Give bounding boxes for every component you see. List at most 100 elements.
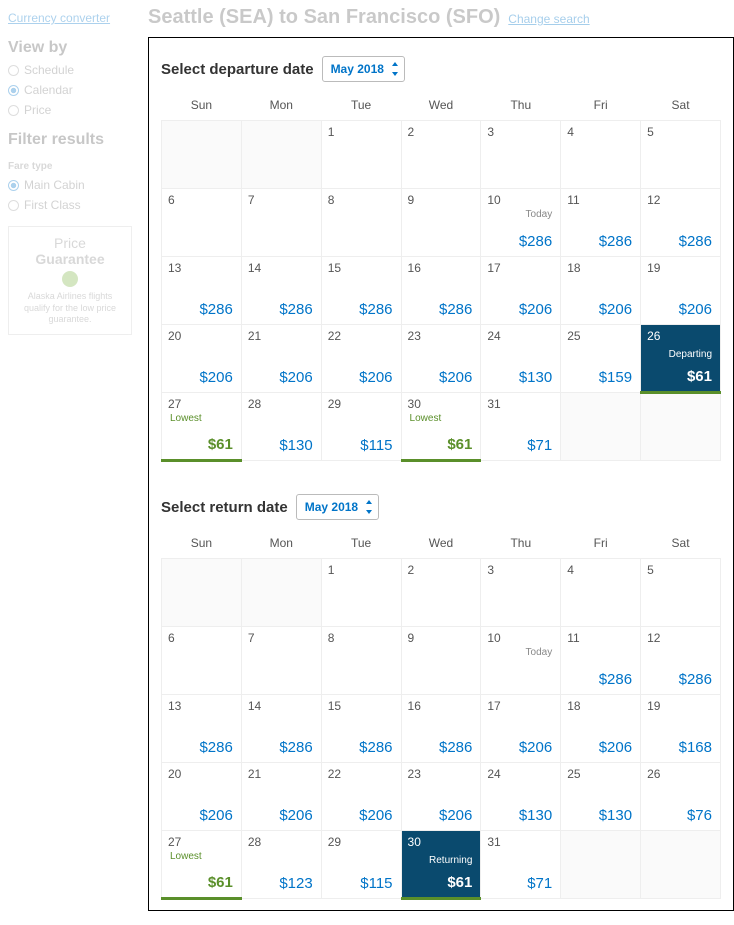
dow-header: Thu <box>481 90 561 121</box>
calendar-cell[interactable]: 28$123 <box>241 831 321 899</box>
radio-icon <box>8 65 19 76</box>
view-schedule[interactable]: Schedule <box>8 63 132 77</box>
calendar-cell[interactable]: 29$115 <box>321 393 401 461</box>
calendar-cell: 3 <box>481 121 561 189</box>
calendar-cell[interactable]: 30Returning$61 <box>401 831 481 899</box>
calendar-cell[interactable]: 20$206 <box>162 325 242 393</box>
calendar-cell: 3 <box>481 559 561 627</box>
currency-converter-link[interactable]: Currency converter <box>8 11 110 25</box>
calendar-cell <box>641 831 721 899</box>
radio-icon <box>8 200 19 211</box>
calendar-cell <box>561 393 641 461</box>
radio-icon <box>8 180 19 191</box>
calendar-cell[interactable]: 16$286 <box>401 257 481 325</box>
calendar-cell[interactable]: 11$286 <box>561 627 641 695</box>
calendar-cell[interactable]: 22$206 <box>321 325 401 393</box>
calendar-cell[interactable]: 19$206 <box>641 257 721 325</box>
calendar-cell <box>241 559 321 627</box>
calendar-cell: 1 <box>321 121 401 189</box>
calendar-cell <box>641 393 721 461</box>
calendar-cell[interactable]: 19$168 <box>641 695 721 763</box>
calendar-cell[interactable]: 15$286 <box>321 257 401 325</box>
calendar-cell[interactable]: 30Lowest$61 <box>401 393 481 461</box>
calendar-cell[interactable]: 14$286 <box>241 257 321 325</box>
check-icon <box>62 271 78 287</box>
dow-header: Fri <box>561 90 641 121</box>
calendar-cell: 2 <box>401 121 481 189</box>
calendar-cell <box>561 831 641 899</box>
radio-icon <box>8 105 19 116</box>
calendar-cell[interactable]: 18$206 <box>561 257 641 325</box>
departure-month-select[interactable]: May 2018 <box>322 56 405 82</box>
calendar-cell[interactable]: 28$130 <box>241 393 321 461</box>
filter-heading: Filter results <box>8 131 132 149</box>
calendar-cell[interactable]: 16$286 <box>401 695 481 763</box>
calendar-cell[interactable]: 31$71 <box>481 831 561 899</box>
calendar-cell: 8 <box>321 189 401 257</box>
calendar-cell[interactable]: 13$286 <box>162 257 242 325</box>
departure-label: Select departure date <box>161 61 314 78</box>
dow-header: Wed <box>401 528 481 559</box>
dow-header: Tue <box>321 528 401 559</box>
return-label: Select return date <box>161 499 288 516</box>
calendar-cell[interactable]: 24$130 <box>481 763 561 831</box>
calendar-cell[interactable]: 26Departing$61 <box>641 325 721 393</box>
dow-header: Sat <box>641 528 721 559</box>
dow-header: Mon <box>241 528 321 559</box>
calendar-cell[interactable]: 21$206 <box>241 763 321 831</box>
dow-header: Sun <box>162 90 242 121</box>
calendar-cell[interactable]: 29$115 <box>321 831 401 899</box>
return-month-select[interactable]: May 2018 <box>296 494 379 520</box>
calendar-cell[interactable]: 18$206 <box>561 695 641 763</box>
calendar-cell[interactable]: 15$286 <box>321 695 401 763</box>
calendar-cell[interactable]: 23$206 <box>401 763 481 831</box>
calendar-cell[interactable]: 26$76 <box>641 763 721 831</box>
dow-header: Wed <box>401 90 481 121</box>
calendar-cell <box>162 559 242 627</box>
view-by-heading: View by <box>8 39 132 57</box>
return-calendar: SunMonTueWedThuFriSat12345678910Today11$… <box>161 528 721 900</box>
calendar-cell[interactable]: 25$159 <box>561 325 641 393</box>
change-search-link[interactable]: Change search <box>508 12 589 26</box>
view-calendar[interactable]: Calendar <box>8 83 132 97</box>
calendar-cell[interactable]: 20$206 <box>162 763 242 831</box>
calendar-cell[interactable]: 22$206 <box>321 763 401 831</box>
calendar-cell: 5 <box>641 559 721 627</box>
calendar-cell: 9 <box>401 627 481 695</box>
calendar-cell[interactable]: 12$286 <box>641 627 721 695</box>
calendar-cell: 8 <box>321 627 401 695</box>
route-title: Seattle (SEA) to San Francisco (SFO) <box>148 6 500 29</box>
calendar-cell[interactable]: 21$206 <box>241 325 321 393</box>
calendar-cell[interactable]: 17$206 <box>481 695 561 763</box>
calendar-cell[interactable]: 31$71 <box>481 393 561 461</box>
calendar-cell[interactable]: 10Today$286 <box>481 189 561 257</box>
departure-calendar: SunMonTueWedThuFriSat12345678910Today$28… <box>161 90 721 462</box>
dow-header: Mon <box>241 90 321 121</box>
dow-header: Sat <box>641 90 721 121</box>
calendar-cell[interactable]: 14$286 <box>241 695 321 763</box>
calendar-cell: 7 <box>241 189 321 257</box>
calendar-cell[interactable]: 17$206 <box>481 257 561 325</box>
calendar-cell: 2 <box>401 559 481 627</box>
fare-first-class[interactable]: First Class <box>8 198 132 212</box>
calendar-cell[interactable]: 13$286 <box>162 695 242 763</box>
calendar-cell <box>241 121 321 189</box>
sidebar: Currency converter View by Schedule Cale… <box>0 0 140 923</box>
calendar-cell[interactable]: 12$286 <box>641 189 721 257</box>
price-guarantee-box: Price Guarantee Alaska Airlines flights … <box>8 226 132 335</box>
calendar-cell: 7 <box>241 627 321 695</box>
calendars-container: Select departure date May 2018 SunMonTue… <box>148 37 734 911</box>
calendar-cell[interactable]: 11$286 <box>561 189 641 257</box>
calendar-cell[interactable]: 23$206 <box>401 325 481 393</box>
view-price[interactable]: Price <box>8 103 132 117</box>
calendar-cell[interactable]: 25$130 <box>561 763 641 831</box>
fare-type-label: Fare type <box>8 161 132 172</box>
calendar-cell[interactable]: 27Lowest$61 <box>162 831 242 899</box>
calendar-cell[interactable]: 24$130 <box>481 325 561 393</box>
calendar-cell: 5 <box>641 121 721 189</box>
calendar-cell <box>162 121 242 189</box>
calendar-cell[interactable]: 27Lowest$61 <box>162 393 242 461</box>
calendar-cell: 4 <box>561 559 641 627</box>
calendar-cell: 1 <box>321 559 401 627</box>
fare-main-cabin[interactable]: Main Cabin <box>8 178 132 192</box>
